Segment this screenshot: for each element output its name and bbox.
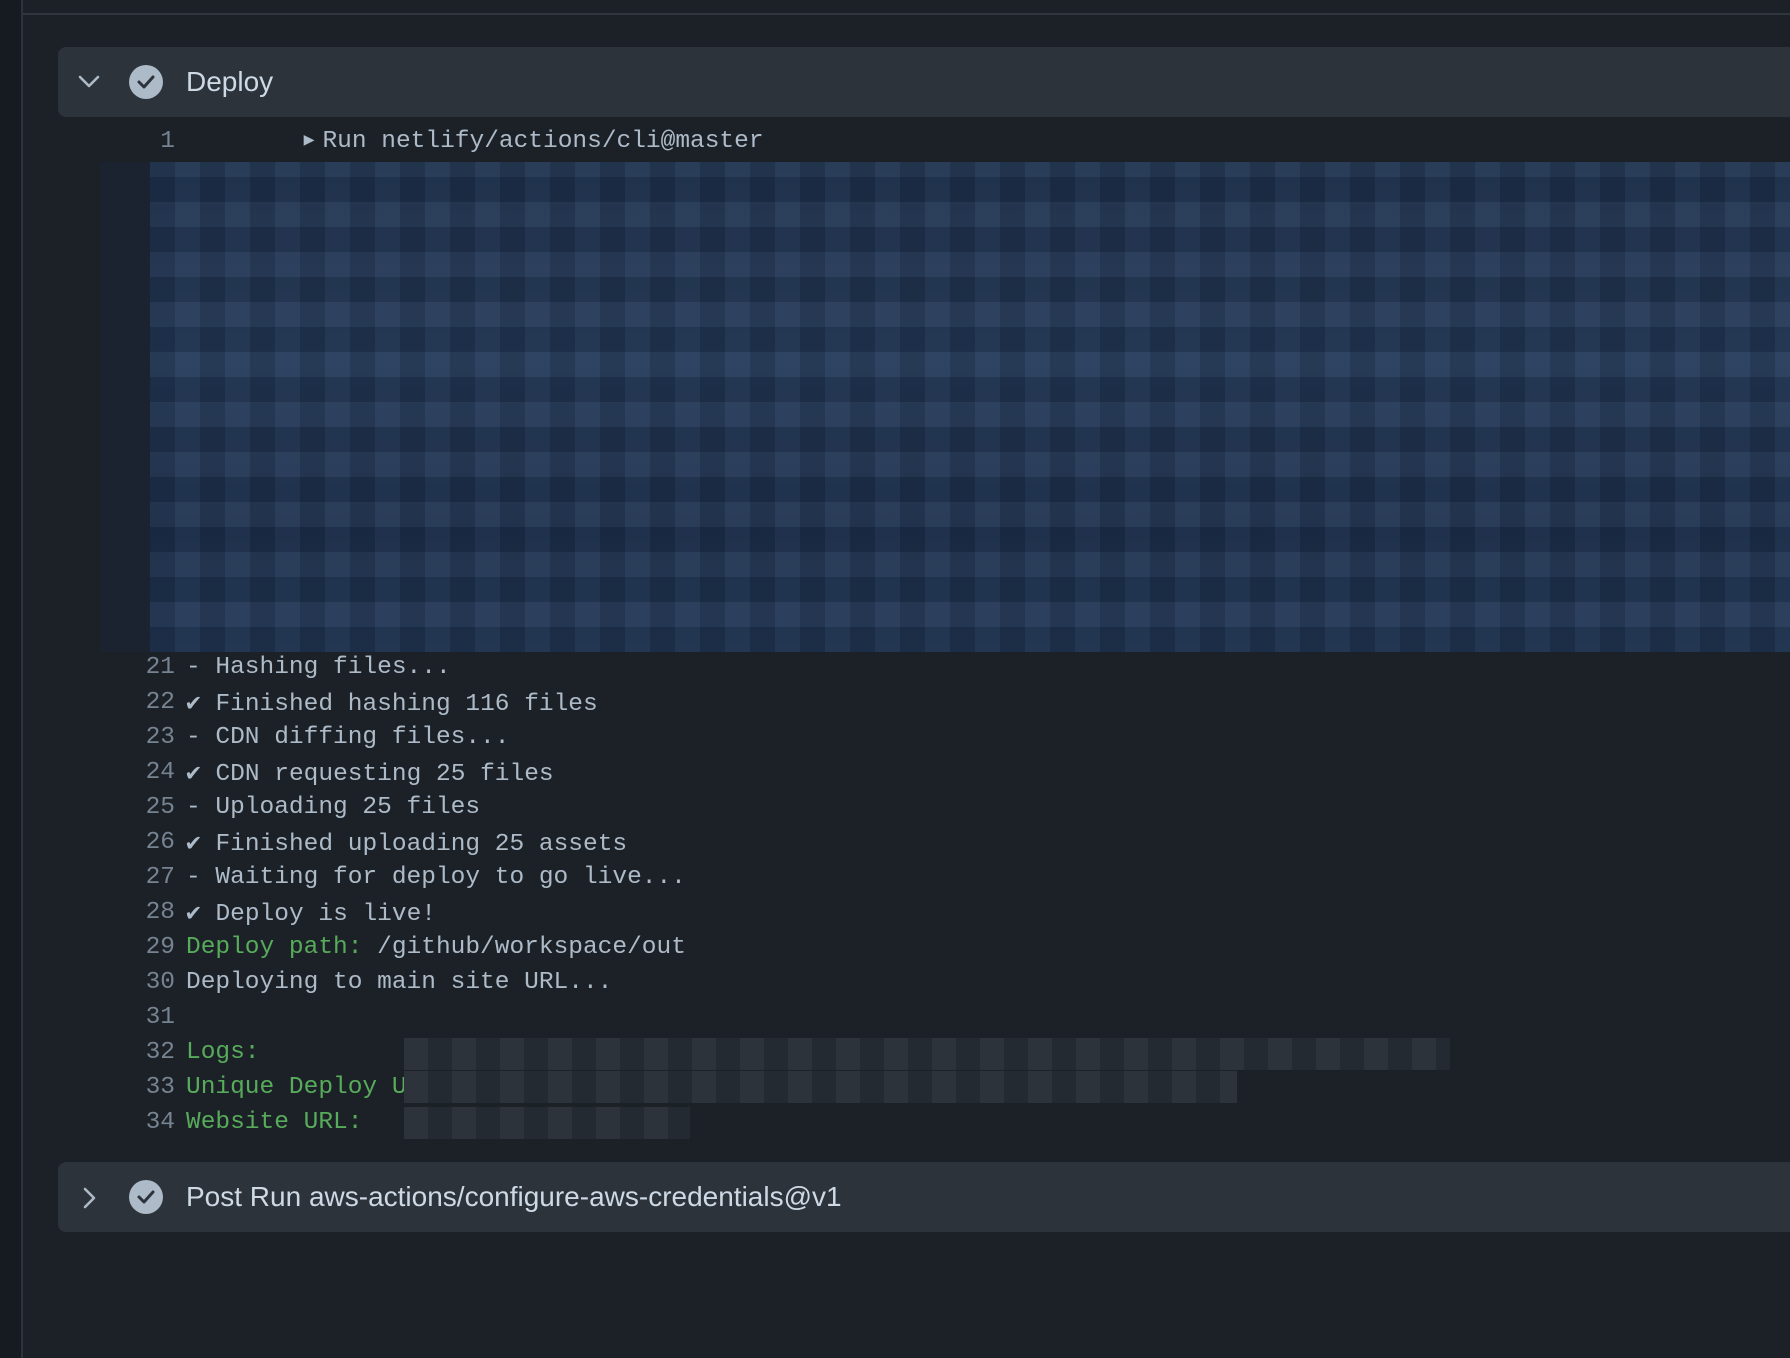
log-line: 26 ✔ Finished uploading 25 assets (23, 822, 1790, 862)
line-number: 29 (145, 933, 175, 961)
redacted-unique-url (404, 1071, 1237, 1103)
line-number: 25 (145, 793, 175, 821)
line-number: 27 (145, 863, 175, 891)
step-title: Deploy (186, 66, 274, 97)
line-number: 33 (145, 1073, 175, 1101)
line-text: - Uploading 25 files (186, 793, 481, 821)
line-number: 28 (145, 898, 175, 926)
group-line-text: Run netlify/actions/cli@master (322, 127, 764, 155)
check-circle-icon (129, 65, 163, 99)
line-number: 22 (145, 688, 175, 716)
log-group-line[interactable]: 1 ▶ Run netlify/actions/cli@master (23, 121, 1790, 161)
job-log-panel: Deploy 1 ▶ Run netlify/actions/cli@master… (23, 15, 1790, 1358)
deploy-path-label: Deploy path: (186, 933, 363, 961)
redacted-website-url (404, 1107, 690, 1139)
top-divider (23, 0, 1790, 15)
log-line-website-url: 34 Website URL: (23, 1102, 1790, 1142)
line-number: 23 (145, 723, 175, 751)
line-number: 1 (160, 127, 175, 155)
line-number: 31 (145, 1003, 175, 1031)
line-number: 21 (145, 653, 175, 681)
log-line: 25 - Uploading 25 files (23, 787, 1790, 827)
line-text: - CDN diffing files... (186, 723, 510, 751)
line-number: 34 (145, 1108, 175, 1136)
redacted-log-block (100, 162, 1790, 652)
left-rail (0, 0, 23, 1358)
log-line-blank: 31 (23, 997, 1790, 1037)
log-line: 28 ✔ Deploy is live! (23, 892, 1790, 932)
log-line: 27 - Waiting for deploy to go live... (23, 857, 1790, 897)
line-text: Deploying to main site URL... (186, 968, 613, 996)
chevron-right-icon[interactable] (76, 1184, 104, 1212)
line-number: 30 (145, 968, 175, 996)
chevron-down-icon[interactable] (74, 67, 104, 97)
log-line: 23 - CDN diffing files... (23, 717, 1790, 757)
line-text: ✔ Deploy is live! (186, 900, 436, 928)
step-header-post-run[interactable]: Post Run aws-actions/configure-aws-crede… (58, 1162, 1790, 1232)
deploy-path-value: /github/workspace/out (362, 933, 686, 961)
line-text: - Hashing files... (186, 653, 451, 681)
line-number: 32 (145, 1038, 175, 1066)
line-number: 26 (145, 828, 175, 856)
log-line: 21 - Hashing files... (23, 647, 1790, 687)
line-text: ✔ Finished uploading 25 assets (186, 830, 628, 858)
log-line: 24 ✔ CDN requesting 25 files (23, 752, 1790, 792)
logs-label: Logs: (186, 1038, 260, 1066)
log-line-deploy-path: 29 Deploy path: /github/workspace/out (23, 927, 1790, 967)
log-line: 22 ✔ Finished hashing 116 files (23, 682, 1790, 722)
redacted-logs-url (404, 1038, 1450, 1070)
line-number: 24 (145, 758, 175, 786)
log-line: 30 Deploying to main site URL... (23, 962, 1790, 1002)
step-title: Post Run aws-actions/configure-aws-crede… (186, 1181, 842, 1212)
website-url-label: Website URL: (186, 1108, 363, 1136)
expand-triangle-icon[interactable]: ▶ (304, 129, 315, 151)
check-circle-icon (129, 1180, 163, 1214)
line-text: - Waiting for deploy to go live... (186, 863, 686, 891)
line-text: ✔ CDN requesting 25 files (186, 760, 554, 788)
line-text: ✔ Finished hashing 116 files (186, 690, 598, 718)
